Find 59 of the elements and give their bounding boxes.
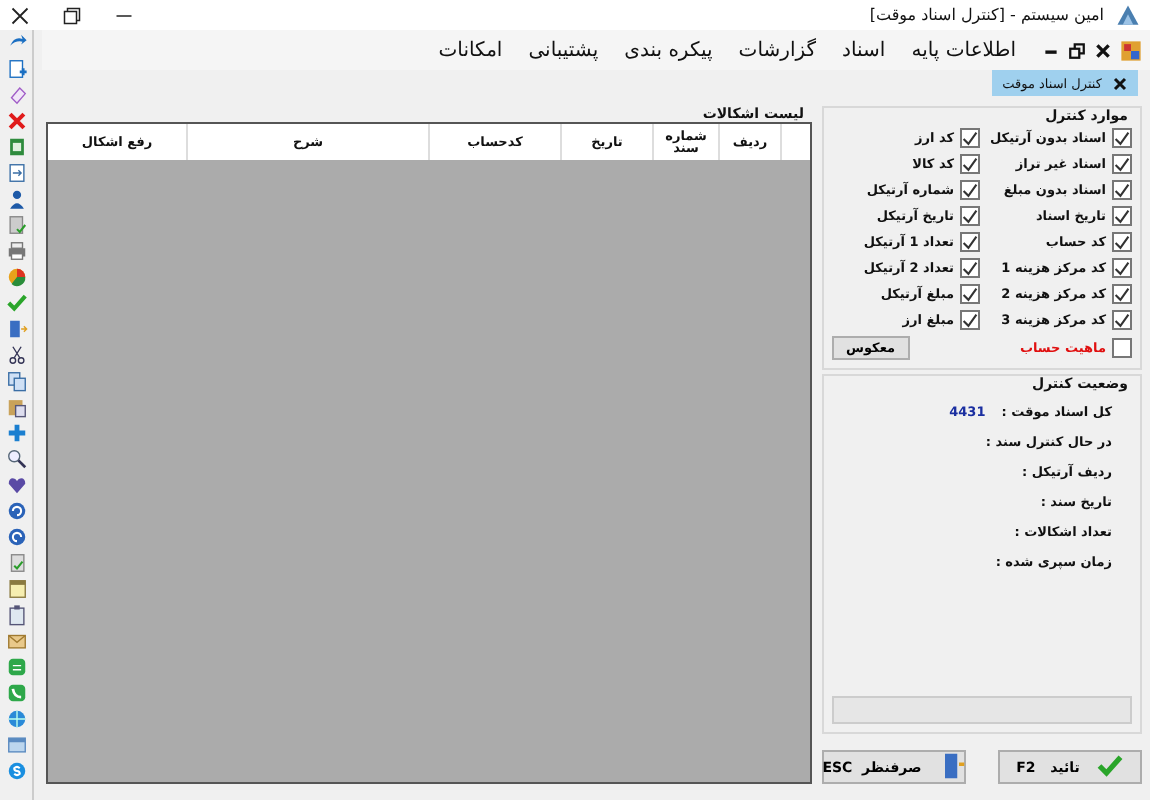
menu-item[interactable]: اطلاعات پایه — [911, 39, 1016, 61]
checkbox[interactable] — [960, 284, 980, 304]
skype-icon[interactable] — [5, 760, 27, 782]
checkbox[interactable] — [1112, 284, 1132, 304]
undo-icon[interactable] — [5, 500, 27, 522]
check-icon[interactable] — [5, 292, 27, 314]
printer-icon[interactable] — [5, 240, 27, 262]
checkbox[interactable] — [960, 232, 980, 252]
close-icon[interactable] — [8, 3, 32, 27]
checkbox[interactable] — [960, 180, 980, 200]
app-icon — [1120, 39, 1142, 61]
checkbox[interactable] — [960, 310, 980, 330]
checkbox[interactable] — [1112, 338, 1132, 358]
checkbox[interactable] — [1112, 232, 1132, 252]
checkbox[interactable] — [1112, 310, 1132, 330]
magnifier-icon[interactable] — [5, 448, 27, 470]
eraser-icon[interactable] — [5, 84, 27, 106]
plus-icon[interactable] — [5, 422, 27, 444]
cross-icon[interactable] — [5, 110, 27, 132]
checkbox[interactable] — [1112, 154, 1132, 174]
notepad-icon[interactable] — [5, 578, 27, 600]
add-page-icon[interactable] — [5, 58, 27, 80]
checkbox[interactable] — [960, 258, 980, 278]
checkbox[interactable] — [1112, 180, 1132, 200]
restore-icon[interactable] — [60, 3, 84, 27]
checkbox[interactable] — [1112, 128, 1132, 148]
chart-icon[interactable] — [5, 266, 27, 288]
menu-item[interactable]: پیکره بندی — [624, 39, 713, 61]
copy-icon[interactable] — [5, 370, 27, 392]
scissors-icon[interactable] — [5, 344, 27, 366]
paste-icon[interactable] — [5, 396, 27, 418]
menu-item[interactable]: گزارشات — [738, 39, 817, 61]
app-icon — [1114, 1, 1142, 29]
checkbox[interactable] — [960, 128, 980, 148]
menu-item[interactable]: امکانات — [438, 39, 503, 61]
person-icon[interactable] — [5, 188, 27, 210]
menu-item[interactable]: اسناد — [842, 39, 886, 61]
checkbox[interactable] — [960, 206, 980, 226]
window-icon[interactable] — [5, 734, 27, 756]
checkbox[interactable] — [960, 154, 980, 174]
document-icon[interactable] — [5, 214, 27, 236]
redo-icon[interactable] — [5, 526, 27, 548]
envelope-icon[interactable] — [5, 630, 27, 652]
phone-icon[interactable] — [5, 682, 27, 704]
message-icon[interactable] — [5, 656, 27, 678]
sheet-icon[interactable] — [5, 136, 27, 158]
heart-icon[interactable] — [5, 474, 27, 496]
checkbox[interactable] — [1112, 206, 1132, 226]
check-icon — [1095, 751, 1124, 779]
clipboard-icon[interactable] — [5, 604, 27, 626]
list-check-icon[interactable] — [5, 552, 27, 574]
close-icon[interactable] — [1112, 75, 1128, 91]
restore-icon[interactable] — [1068, 41, 1086, 59]
menu-item[interactable]: پشتیبانی — [528, 39, 599, 61]
window-title: امین سیستم - [کنترل اسناد موقت] — [869, 6, 1104, 24]
close-icon[interactable] — [1094, 41, 1112, 59]
checkbox[interactable] — [1112, 258, 1132, 278]
door-icon[interactable] — [5, 318, 27, 340]
globe-icon[interactable] — [5, 708, 27, 730]
